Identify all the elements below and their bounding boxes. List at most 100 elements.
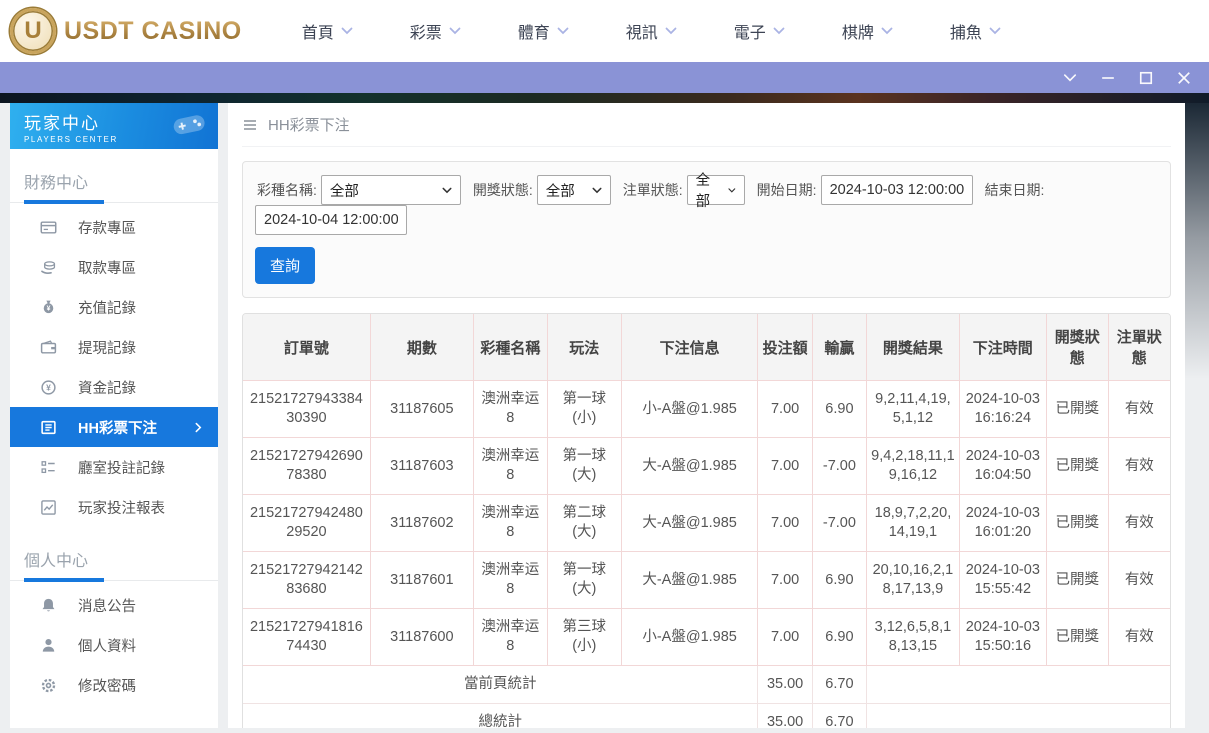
cell-bet-time: 2024-10-03 16:04:50 <box>959 438 1046 495</box>
cell-order-status: 有效 <box>1108 552 1170 609</box>
cell-lottery-name: 澳洲幸运8 <box>473 495 547 552</box>
brand-name: USDT CASINO <box>64 17 242 46</box>
book-icon <box>40 419 57 436</box>
cell-play-type: 第三球(小) <box>547 609 621 666</box>
sidebar-item-hall-bet-record[interactable]: 廳室投註記錄 <box>10 447 218 487</box>
nav-item-label: 棋牌 <box>842 19 874 43</box>
nav-item-sports[interactable]: 體育 <box>518 19 569 43</box>
cell-period: 31187603 <box>370 438 473 495</box>
sidebar-item-player-bet-report[interactable]: 玩家投注報表 <box>10 487 218 527</box>
wallet-icon <box>40 339 57 356</box>
cell-play-type: 第一球(小) <box>547 381 621 438</box>
cell-win-loss: 6.90 <box>812 381 866 438</box>
window-minimize-button[interactable] <box>1101 71 1115 85</box>
nav-item-label: 視訊 <box>626 19 658 43</box>
coin-icon: ¥ <box>40 379 57 396</box>
logo-letter: U <box>24 17 41 45</box>
nav-item-cards[interactable]: 棋牌 <box>842 19 893 43</box>
sidebar-section-title: 財務中心 <box>10 161 218 203</box>
nav-item-label: 體育 <box>518 19 550 43</box>
col-draw-status: 開獎狀態 <box>1046 314 1108 381</box>
nav-item-label: 彩票 <box>410 19 442 43</box>
sidebar-item-label: 資金記錄 <box>78 377 136 398</box>
chevron-down-icon <box>341 27 353 35</box>
cell-bet-info: 大-A盤@1.985 <box>621 438 758 495</box>
sidebar-item-label: 取款專區 <box>78 257 136 278</box>
sidebar-item-recharge-record[interactable]: ¥充值記錄 <box>10 287 218 327</box>
nav-item-home[interactable]: 首頁 <box>302 19 353 43</box>
sidebar-sections: 財務中心存款專區取款專區 ¥充值記錄提現記錄 ¥ 資金記錄 HH彩票下注廳室投註記錄玩家… <box>10 161 218 728</box>
site-header: U USDT CASINO 首頁 彩票 體育 視訊 電子 棋牌 捕魚 <box>0 0 1209 62</box>
filter-panel: 彩種名稱: 全部 開獎狀態: 全部 注單狀態: 全部 開始 <box>242 161 1171 298</box>
nav-item-video[interactable]: 視訊 <box>626 19 677 43</box>
cell-win-loss: 6.90 <box>812 609 866 666</box>
start-date-input[interactable] <box>821 175 973 205</box>
page-body: 玩家中心 PLAYERS CENTER 財務中心存款專區取款專區¥充值記錄提現記… <box>0 103 1209 733</box>
nav-item-fishing[interactable]: 捕魚 <box>950 19 1001 43</box>
cell-draw-status: 已開獎 <box>1046 381 1108 438</box>
cell-order-no: 2152172794181674430 <box>243 609 370 666</box>
table-row: 215217279426907838031187603澳洲幸运8第一球(大)大-… <box>243 438 1170 495</box>
query-button[interactable]: 查詢 <box>255 247 315 284</box>
chevron-down-icon <box>592 187 602 194</box>
window-close-button[interactable] <box>1177 71 1191 85</box>
bets-table: 訂單號期數彩種名稱玩法下注信息投注額輸贏開獎結果下注時間開獎狀態注單狀態 215… <box>243 314 1170 728</box>
bell-icon <box>40 597 57 614</box>
card-icon <box>40 219 57 236</box>
summary-label: 總統計 <box>243 704 758 729</box>
nav-item-slots[interactable]: 電子 <box>734 19 785 43</box>
cell-bet-amount: 7.00 <box>758 495 812 552</box>
window-dropdown-button[interactable] <box>1063 71 1077 85</box>
cell-win-loss: -7.00 <box>812 438 866 495</box>
col-bet-time: 下注時間 <box>959 314 1046 381</box>
cell-bet-amount: 7.00 <box>758 381 812 438</box>
start-date-label: 開始日期: <box>757 180 817 200</box>
cell-bet-time: 2024-10-03 15:50:16 <box>959 609 1046 666</box>
window-maximize-button[interactable] <box>1139 71 1153 85</box>
summary-bet-total: 35.00 <box>758 704 812 729</box>
sidebar-item-withdraw-area[interactable]: 取款專區 <box>10 247 218 287</box>
menu-icon[interactable] <box>242 117 258 133</box>
cell-period: 31187601 <box>370 552 473 609</box>
col-bet-info: 下注信息 <box>621 314 758 381</box>
sidebar-item-change-password[interactable]: 修改密碼 <box>10 665 218 705</box>
summary-winloss-total: 6.70 <box>812 704 866 729</box>
cell-order-status: 有效 <box>1108 381 1170 438</box>
moneybag-icon: ¥ <box>40 299 57 316</box>
nav-item-label: 捕魚 <box>950 19 982 43</box>
chevron-down-icon <box>881 27 893 35</box>
cell-draw-result: 9,2,11,4,19,5,1,12 <box>867 381 960 438</box>
sidebar-section-title: 代理中心 <box>10 717 218 728</box>
sidebar-item-announcements[interactable]: 消息公告 <box>10 585 218 625</box>
summary-label: 當前頁統計 <box>243 666 758 704</box>
chart-icon <box>40 499 57 516</box>
cell-order-no: 2152172794269078380 <box>243 438 370 495</box>
summary-winloss-total: 6.70 <box>812 666 866 704</box>
draw-status-select-value: 全部 <box>546 180 575 201</box>
cell-bet-info: 大-A盤@1.985 <box>621 495 758 552</box>
cell-bet-time: 2024-10-03 15:55:42 <box>959 552 1046 609</box>
cell-order-no: 2152172794214283680 <box>243 552 370 609</box>
end-date-input[interactable] <box>255 205 407 235</box>
cell-draw-result: 9,4,2,18,11,19,16,12 <box>867 438 960 495</box>
draw-status-select[interactable]: 全部 <box>537 175 611 205</box>
cell-order-no: 2152172794338430390 <box>243 381 370 438</box>
brand-logo-icon: U <box>10 8 56 54</box>
summary-bet-total: 35.00 <box>758 666 812 704</box>
sidebar-item-withdrawal-record[interactable]: 提現記錄 <box>10 327 218 367</box>
chevron-right-icon <box>195 422 202 433</box>
order-status-select[interactable]: 全部 <box>687 175 745 205</box>
breadcrumb: HH彩票下注 <box>242 103 1171 147</box>
lottery-select[interactable]: 全部 <box>321 175 461 205</box>
table-row: 215217279424802952031187602澳洲幸运8第二球(大)大-… <box>243 495 1170 552</box>
table-row: 215217279421428368031187601澳洲幸运8第一球(大)大-… <box>243 552 1170 609</box>
chevron-down-icon <box>1063 71 1077 85</box>
nav-item-lottery[interactable]: 彩票 <box>410 19 461 43</box>
sidebar-item-profile[interactable]: 個人資料 <box>10 625 218 665</box>
sidebar-item-deposit-area[interactable]: 存款專區 <box>10 207 218 247</box>
sidebar-item-hh-lottery-bets[interactable]: HH彩票下注 <box>10 407 218 447</box>
bets-table-panel: 訂單號期數彩種名稱玩法下注信息投注額輸贏開獎結果下注時間開獎狀態注單狀態 215… <box>242 313 1171 728</box>
sidebar-item-funds-record[interactable]: ¥ 資金記錄 <box>10 367 218 407</box>
cell-bet-amount: 7.00 <box>758 438 812 495</box>
draw-status-select-label: 開獎狀態: <box>473 180 533 200</box>
